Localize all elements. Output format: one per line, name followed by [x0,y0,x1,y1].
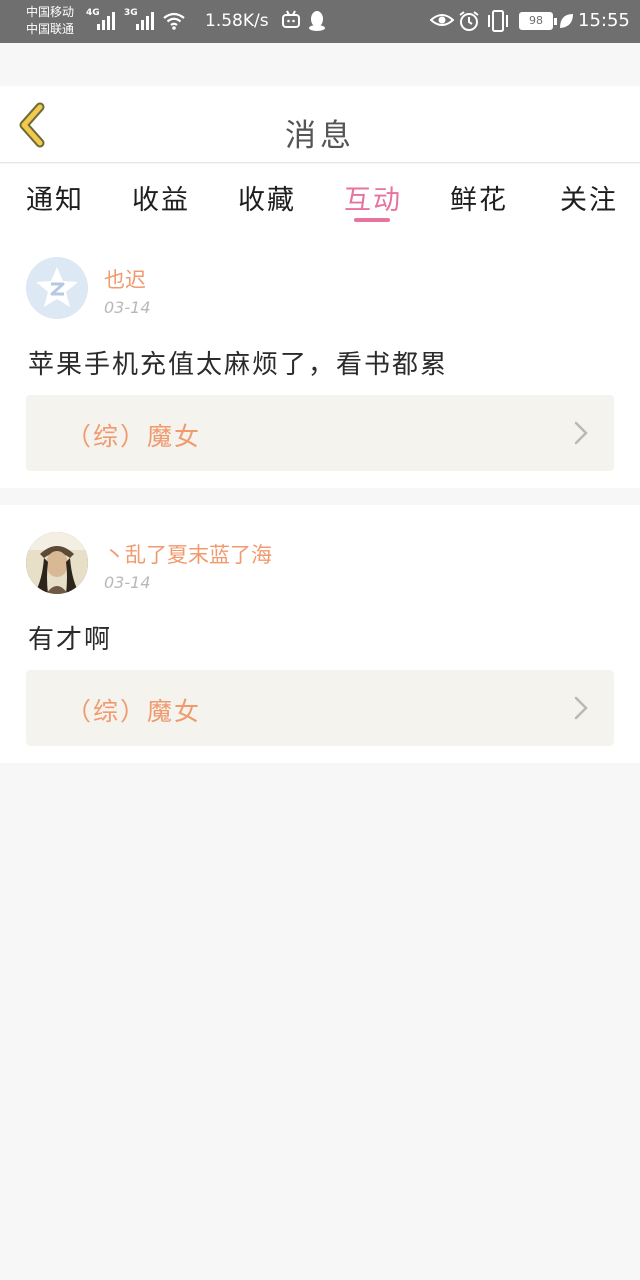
header: 消息 [0,86,640,163]
tab-following[interactable]: 关注 [560,178,618,217]
message-date: 03-14 [104,573,151,592]
user-photo-icon [26,532,88,594]
app-notification-icon [282,10,300,28]
wifi-icon [163,12,185,30]
page-title: 消息 [285,118,355,154]
tab-bar: 通知 收益 收藏 互动 鲜花 关注 [0,164,640,224]
tab-interaction[interactable]: 互动 [344,178,402,217]
vibrate-icon [488,10,508,32]
chevron-right-icon [574,696,588,720]
avatar[interactable] [26,532,88,594]
default-avatar-icon [26,257,88,319]
alarm-icon [459,11,479,31]
eye-icon [430,14,454,26]
chevron-right-icon [574,421,588,445]
book-title: （综）魔女 [66,697,202,726]
message-date: 03-14 [104,298,151,317]
username[interactable]: 丶乱了夏末蓝了海 [104,539,272,569]
tab-favorites[interactable]: 收藏 [238,178,296,217]
carrier-1: 中国移动 [26,5,75,19]
book-link[interactable]: （综）魔女 [26,395,614,471]
qq-icon [309,11,325,31]
signal-icon [136,12,154,30]
username[interactable]: 也迟 [104,264,146,294]
carrier-2: 中国联通 [26,22,75,36]
leaf-icon [560,14,573,28]
battery-indicator: 98 [519,12,557,30]
book-title: （综）魔女 [66,422,202,451]
book-link[interactable]: （综）魔女 [26,670,614,746]
carrier-info: 中国移动 中国联通 [26,4,74,38]
tab-notifications[interactable]: 通知 [26,178,84,217]
comment-text: 有才啊 [28,625,113,655]
tab-earnings[interactable]: 收益 [132,178,190,217]
network-speed: 1.58K/s [205,11,269,31]
message-card: 也迟 03-14 苹果手机充值太麻烦了，看书都累 （综）魔女 [0,224,640,488]
status-bar: 中国移动 中国联通 4G 3G 1.58K/s 98 15:55 [0,0,640,43]
tab-flowers[interactable]: 鲜花 [450,178,508,217]
comment-text: 苹果手机充值太麻烦了，看书都累 [28,350,449,380]
active-tab-indicator [354,218,390,222]
clock: 15:55 [578,10,630,31]
signal-icon [97,12,115,30]
avatar[interactable] [26,257,88,319]
message-card: 丶乱了夏末蓝了海 03-14 有才啊 （综）魔女 [0,505,640,763]
